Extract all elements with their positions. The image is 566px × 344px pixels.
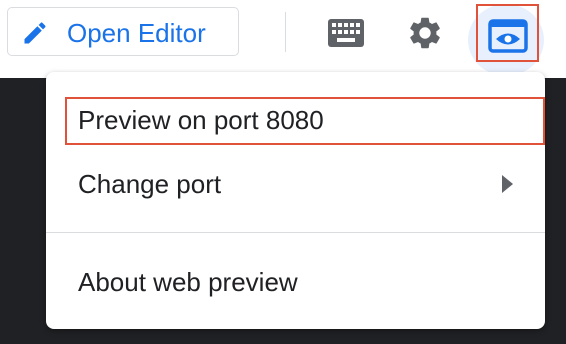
menu-item-label: Preview on port 8080	[78, 105, 324, 135]
open-editor-button[interactable]: Open Editor	[7, 7, 239, 56]
menu-item-preview-on-port[interactable]: Preview on port 8080	[46, 94, 545, 150]
open-editor-label: Open Editor	[67, 18, 206, 48]
menu-item-label: About web preview	[78, 267, 298, 297]
menu-divider	[46, 232, 545, 233]
web-preview-button[interactable]	[468, 4, 544, 76]
pencil-icon	[24, 22, 46, 44]
gear-icon[interactable]	[406, 14, 444, 52]
toolbar: Open Editor	[0, 0, 566, 78]
web-preview-annotation-box	[476, 4, 539, 62]
menu-item-about-web-preview[interactable]: About web preview	[46, 254, 545, 310]
web-preview-menu: Preview on port 8080 Change port About w…	[46, 72, 545, 329]
menu-item-label: Change port	[78, 169, 222, 199]
keyboard-icon[interactable]	[327, 18, 365, 48]
chevron-right-icon	[502, 175, 513, 193]
toolbar-divider	[285, 12, 286, 52]
menu-item-change-port[interactable]: Change port	[46, 156, 545, 212]
